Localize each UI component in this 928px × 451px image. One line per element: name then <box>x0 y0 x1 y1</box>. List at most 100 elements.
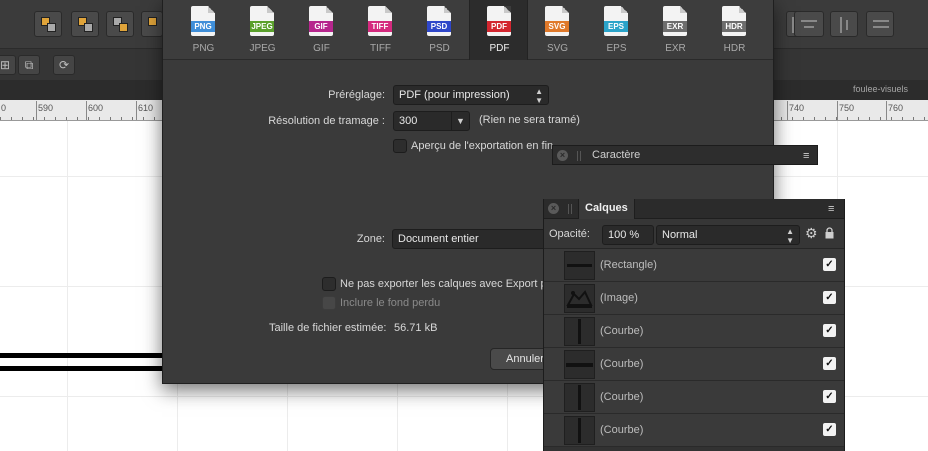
layer-thumbnail <box>564 284 595 313</box>
align-bottom-icon <box>873 20 889 22</box>
include-bleed-checkbox[interactable] <box>322 296 336 310</box>
arrange-icon-part <box>47 23 56 32</box>
format-tab-hdr[interactable]: HDR HDR <box>705 0 764 60</box>
rotate-button[interactable]: ⟳ <box>53 55 75 75</box>
format-tab-exr[interactable]: EXR EXR <box>646 0 705 60</box>
align-middle-button[interactable] <box>830 11 858 37</box>
ruler-tick <box>837 101 838 120</box>
blend-mode-select[interactable]: Normal ▲ ▼ <box>656 225 800 245</box>
arrange-icon-part <box>119 23 128 32</box>
grip-icon[interactable] <box>577 151 581 161</box>
ruler-label: 600 <box>88 103 104 113</box>
format-tab-tiff[interactable]: TIFF TIFF <box>351 0 410 60</box>
format-label: PSD <box>429 43 450 54</box>
align-center-icon-part <box>804 26 814 28</box>
format-band: GIF <box>309 21 333 32</box>
panel-menu-icon[interactable]: ≡ <box>803 150 815 162</box>
visibility-checkbox[interactable]: ✓ <box>823 390 836 403</box>
raster-resolution-label: Résolution de tramage : <box>268 115 385 127</box>
close-icon[interactable]: × <box>548 203 559 214</box>
file-eps-icon: EPS <box>604 6 628 36</box>
arrange-back-button[interactable] <box>34 11 62 37</box>
area-select[interactable]: Document entier <box>392 229 552 249</box>
preview-export-checkbox[interactable] <box>393 139 407 153</box>
arrange-forward-button[interactable] <box>106 11 134 37</box>
visibility-checkbox[interactable]: ✓ <box>823 423 836 436</box>
stepper-arrows-icon: ▲ ▼ <box>535 87 543 105</box>
opacity-label: Opacité: <box>549 228 590 240</box>
thumb-shape <box>567 264 592 267</box>
gear-icon[interactable]: ⚙ <box>805 225 818 242</box>
format-band: PDF <box>487 21 511 32</box>
format-tab-psd[interactable]: PSD PSD <box>410 0 469 60</box>
raster-resolution-combo[interactable]: 300 ▼ <box>393 111 470 131</box>
lock-icon[interactable] <box>825 227 834 239</box>
align-middle-icon <box>840 17 842 33</box>
layer-row[interactable]: (Rectangle) ✓ <box>544 249 844 282</box>
filesize-label: Taille de fichier estimée: <box>269 322 387 334</box>
format-label: EXR <box>665 43 686 54</box>
rotate-icon: ⟳ <box>58 58 70 72</box>
format-tab-jpeg[interactable]: JPEG JPEG <box>233 0 292 60</box>
raster-note: (Rien ne sera tramé) <box>479 114 580 126</box>
opacity-input[interactable]: 100 % <box>602 225 654 245</box>
format-tab-eps[interactable]: EPS EPS <box>587 0 646 60</box>
transform-button[interactable]: ⊞ <box>0 55 16 75</box>
tab-calques[interactable]: Calques <box>578 199 635 220</box>
ruler-label: 740 <box>789 103 805 113</box>
layer-thumbnail <box>564 416 595 445</box>
arrange-backward-button[interactable] <box>71 11 99 37</box>
layer-row[interactable]: (Courbe) ✓ <box>544 414 844 447</box>
thumb-shape <box>566 363 593 367</box>
calques-panel-header: × Calques ≡ <box>544 199 844 220</box>
format-label: TIFF <box>369 43 392 54</box>
arrange-front-button[interactable] <box>141 11 163 37</box>
visibility-checkbox[interactable]: ✓ <box>823 258 836 271</box>
thumb-image <box>566 290 593 308</box>
layer-row[interactable]: (Courbe) ✓ <box>544 381 844 414</box>
format-label: SVG <box>546 43 569 54</box>
format-tab-pdf[interactable]: PDF PDF <box>469 0 528 60</box>
layer-name: (Courbe) <box>600 424 644 436</box>
preset-label: Préréglage: <box>328 89 385 101</box>
panel-menu-icon[interactable]: ≡ <box>828 203 840 215</box>
align-middle-icon-part <box>846 20 848 30</box>
caractere-panel-title[interactable]: Caractère <box>592 149 640 161</box>
selection-box-button[interactable]: ⧉ <box>18 55 40 75</box>
ruler-tick <box>787 101 788 120</box>
close-icon[interactable]: × <box>557 150 568 161</box>
format-tab-gif[interactable]: GIF GIF <box>292 0 351 60</box>
no-export-layers-checkbox[interactable] <box>322 277 336 291</box>
visibility-checkbox[interactable]: ✓ <box>823 324 836 337</box>
layer-row[interactable]: (Courbe) ✓ <box>544 315 844 348</box>
format-tab-svg[interactable]: SVG SVG <box>528 0 587 60</box>
ruler-label: 750 <box>839 103 855 113</box>
area-value: Document entier <box>398 233 479 245</box>
format-strip: PNG PNG JPEG JPEG GIF GIF TIFF TIFF PSD PSD PDF PDF… <box>163 0 773 60</box>
layer-row[interactable]: (Image) ✓ <box>544 282 844 315</box>
chevron-down-icon[interactable]: ▼ <box>451 112 469 130</box>
align-center-button[interactable] <box>794 11 824 37</box>
ruler-label: 610 <box>138 103 154 113</box>
align-center-icon <box>801 20 817 22</box>
caractere-panel: × Caractère ≡ <box>552 145 818 165</box>
align-bottom-button[interactable] <box>866 11 894 37</box>
file-svg-icon: SVG <box>545 6 569 36</box>
file-psd-icon: PSD <box>427 6 451 36</box>
layer-name: (Rectangle) <box>600 259 657 271</box>
grip-icon[interactable] <box>568 204 572 214</box>
preview-export-label: Aperçu de l'exportation en fin <box>411 140 554 152</box>
format-tab-png[interactable]: PNG PNG <box>174 0 233 60</box>
visibility-checkbox[interactable]: ✓ <box>823 357 836 370</box>
preset-select[interactable]: PDF (pour impression) ▲ ▼ <box>393 85 549 105</box>
layer-name: (Image) <box>600 292 638 304</box>
format-label: GIF <box>313 43 330 54</box>
format-label: HDR <box>723 43 746 54</box>
visibility-checkbox[interactable]: ✓ <box>823 291 836 304</box>
thumb-shape <box>578 385 581 410</box>
stepper-arrows-icon: ▲ ▼ <box>786 227 794 245</box>
document-tab[interactable]: foulee-visuels <box>853 84 908 94</box>
ruler-label: 0 <box>1 103 7 113</box>
file-gif-icon: GIF <box>309 6 333 36</box>
layer-row[interactable]: (Courbe) ✓ <box>544 348 844 381</box>
